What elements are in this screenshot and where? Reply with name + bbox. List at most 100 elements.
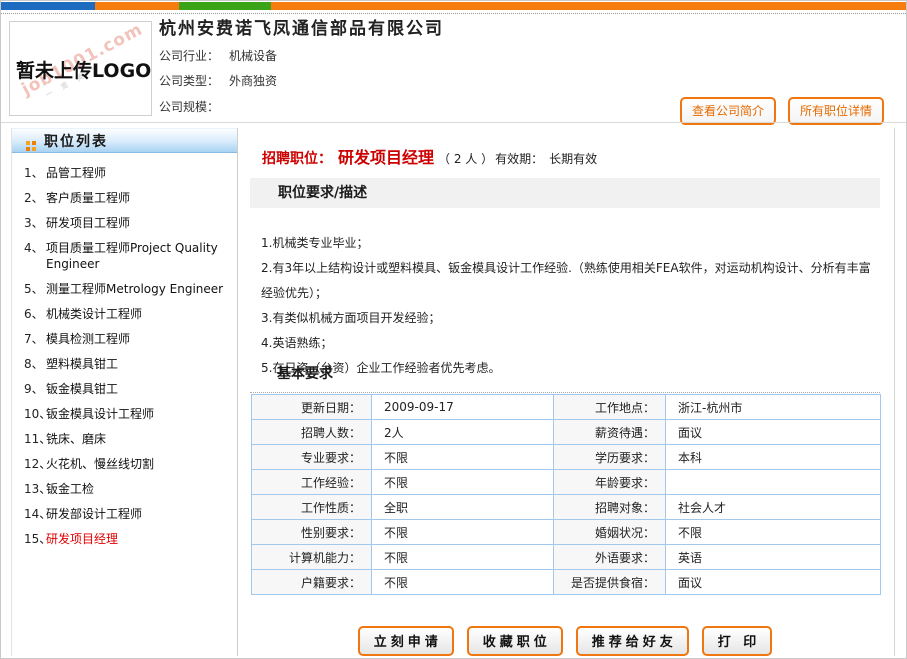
sidebar-item-position-5[interactable]: 5、测量工程师Metrology Engineer <box>18 281 233 297</box>
field-value: 不限 <box>372 570 554 595</box>
description-line: 4.英语熟练； <box>261 331 877 356</box>
item-number: 11、 <box>18 431 46 447</box>
field-value: 2009-09-17 <box>372 395 554 420</box>
item-number: 12、 <box>18 456 46 472</box>
job-title-label: 招聘职位： <box>262 151 332 167</box>
sidebar-item-position-2[interactable]: 2、客户质量工程师 <box>18 190 233 206</box>
field-value: 不限 <box>666 520 881 545</box>
table-row: 工作性质： 全职 招聘对象： 社会人才 <box>252 495 881 520</box>
item-number: 1、 <box>18 165 46 181</box>
field-value: 2人 <box>372 420 554 445</box>
field-label: 专业要求： <box>252 445 372 470</box>
field-value <box>666 470 881 495</box>
field-value: 本科 <box>666 445 881 470</box>
item-number: 2、 <box>18 190 46 206</box>
sidebar-item-position-4[interactable]: 4、项目质量工程师Project Quality Engineer <box>18 240 233 272</box>
page-container: job1001.com 一 览 英 才 暂未上传LOGO 杭州安费诺飞凤通信部品… <box>0 0 907 659</box>
item-label: 研发部设计工程师 <box>46 506 233 522</box>
table-row: 户籍要求： 不限 是否提供食宿： 面议 <box>252 570 881 595</box>
header-divider <box>1 122 906 123</box>
position-list-sidebar: 职位列表 1、品管工程师 2、客户质量工程师 3、研发项目工程师 4、项目质量工… <box>11 128 238 656</box>
sidebar-item-position-11[interactable]: 11、铣床、磨床 <box>18 431 233 447</box>
header-button-group: 查看公司简介 所有职位详情 <box>680 97 884 125</box>
field-label: 性别要求： <box>252 520 372 545</box>
field-value: 不限 <box>372 445 554 470</box>
item-label: 钣金模具钳工 <box>46 381 233 397</box>
save-job-button[interactable]: 收藏职位 <box>467 626 563 656</box>
table-row: 更新日期： 2009-09-17 工作地点： 浙江-杭州市 <box>252 395 881 420</box>
item-number: 10、 <box>18 406 46 422</box>
all-positions-button[interactable]: 所有职位详情 <box>788 97 884 125</box>
top-bar-green-segment <box>179 2 271 10</box>
basic-requirements-section-header: 基本要求 <box>250 363 880 393</box>
company-industry-label: 公司行业： <box>159 49 219 63</box>
field-value: 面议 <box>666 570 881 595</box>
item-number: 5、 <box>18 281 46 297</box>
apply-now-button[interactable]: 立刻申请 <box>358 626 454 656</box>
field-value: 英语 <box>666 545 881 570</box>
job-description: 1.机械类专业毕业； 2.有3年以上结构设计或塑料模具、钣金模具设计工作经验.（… <box>261 231 877 381</box>
action-button-row: 立刻申请 收藏职位 推荐给好友 打 印 <box>250 626 880 656</box>
table-row: 计算机能力： 不限 外语要求： 英语 <box>252 545 881 570</box>
job-title-line: 招聘职位：研发项目经理（ 2 人 ）有效期：长期有效 <box>262 144 597 168</box>
company-size-row: 公司规模： <box>159 98 229 115</box>
field-value: 不限 <box>372 470 554 495</box>
validity-value: 长期有效 <box>549 152 597 166</box>
company-type-value: 外商独资 <box>229 74 277 88</box>
top-bar-blue-segment <box>1 2 95 10</box>
sidebar-item-position-12[interactable]: 12、火花机、慢丝线切割 <box>18 456 233 472</box>
item-number: 15、 <box>18 531 46 547</box>
sidebar-item-position-8[interactable]: 8、塑料模具钳工 <box>18 356 233 372</box>
field-label: 年龄要求： <box>554 470 666 495</box>
sidebar-item-position-3[interactable]: 3、研发项目工程师 <box>18 215 233 231</box>
sidebar-item-position-13[interactable]: 13、钣金工检 <box>18 481 233 497</box>
field-label: 工作经验： <box>252 470 372 495</box>
field-label: 户籍要求： <box>252 570 372 595</box>
item-label: 铣床、磨床 <box>46 431 233 447</box>
validity-label: 有效期： <box>495 152 543 166</box>
item-label: 模具检测工程师 <box>46 331 233 347</box>
item-number: 14、 <box>18 506 46 522</box>
sidebar-item-position-15-active[interactable]: 15、研发项目经理 <box>18 531 233 547</box>
job-title: 研发项目经理 <box>338 148 434 167</box>
sidebar-item-position-14[interactable]: 14、研发部设计工程师 <box>18 506 233 522</box>
description-line: 3.有类似机械方面项目开发经验； <box>261 306 877 331</box>
table-row: 性别要求： 不限 婚姻状况： 不限 <box>252 520 881 545</box>
field-value: 社会人才 <box>666 495 881 520</box>
job-description-section-header: 职位要求/描述 <box>250 178 880 208</box>
position-list: 1、品管工程师 2、客户质量工程师 3、研发项目工程师 4、项目质量工程师Pro… <box>12 153 237 547</box>
company-size-label: 公司规模： <box>159 100 219 114</box>
top-bar-orange-segment-long <box>271 2 906 10</box>
field-value: 面议 <box>666 420 881 445</box>
item-label: 钣金工检 <box>46 481 233 497</box>
top-bar-orange-segment <box>95 2 179 10</box>
description-line: 1.机械类专业毕业； <box>261 231 877 256</box>
view-company-profile-button[interactable]: 查看公司简介 <box>680 97 776 125</box>
table-row: 专业要求： 不限 学历要求： 本科 <box>252 445 881 470</box>
field-label: 外语要求： <box>554 545 666 570</box>
sidebar-item-position-9[interactable]: 9、钣金模具钳工 <box>18 381 233 397</box>
item-label: 研发项目工程师 <box>46 215 233 231</box>
field-label: 更新日期： <box>252 395 372 420</box>
sidebar-item-position-1[interactable]: 1、品管工程师 <box>18 165 233 181</box>
print-button[interactable]: 打 印 <box>702 626 773 656</box>
sidebar-item-position-10[interactable]: 10、钣金模具设计工程师 <box>18 406 233 422</box>
main-right-border <box>894 128 895 656</box>
recommend-to-friend-button[interactable]: 推荐给好友 <box>576 626 689 656</box>
position-list-header: 职位列表 <box>12 128 237 153</box>
item-number: 6、 <box>18 306 46 322</box>
basic-requirements-table: 更新日期： 2009-09-17 工作地点： 浙江-杭州市 招聘人数： 2人 薪… <box>251 394 881 595</box>
item-label: 火花机、慢丝线切割 <box>46 456 233 472</box>
job-detail-panel: 招聘职位：研发项目经理（ 2 人 ）有效期：长期有效 职位要求/描述 1.机械类… <box>249 128 894 658</box>
dotted-divider <box>1 13 906 14</box>
item-label: 测量工程师Metrology Engineer <box>46 281 233 297</box>
item-label: 项目质量工程师Project Quality Engineer <box>46 240 233 272</box>
description-line: 2.有3年以上结构设计或塑料模具、钣金模具设计工作经验.（熟练使用相关FEA软件… <box>261 256 877 306</box>
company-industry-value: 机械设备 <box>229 49 277 63</box>
item-number: 4、 <box>18 240 46 272</box>
item-label: 钣金模具设计工程师 <box>46 406 233 422</box>
field-label: 学历要求： <box>554 445 666 470</box>
sidebar-item-position-7[interactable]: 7、模具检测工程师 <box>18 331 233 347</box>
sidebar-item-position-6[interactable]: 6、机械类设计工程师 <box>18 306 233 322</box>
logo-placeholder-text: 暂未上传LOGO <box>16 56 148 83</box>
